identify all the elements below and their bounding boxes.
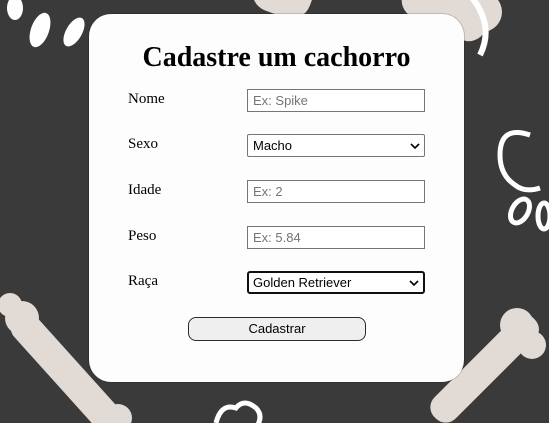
name-label: Nome <box>128 91 165 107</box>
chevron-down-icon <box>410 142 420 149</box>
paw-print-icon <box>497 130 549 232</box>
sex-label: Sexo <box>128 136 158 152</box>
paw-print-icon <box>213 400 263 423</box>
weight-input[interactable]: Ex: 5.84 <box>247 226 425 249</box>
paw-print-icon <box>7 0 85 48</box>
submit-button[interactable]: Cadastrar <box>188 317 366 341</box>
chevron-down-icon <box>409 279 419 286</box>
sex-select[interactable]: Macho <box>247 134 425 157</box>
name-input[interactable]: Ex: Spike <box>247 89 425 112</box>
age-label: Idade <box>128 182 162 198</box>
weight-label: Peso <box>128 228 157 244</box>
age-input[interactable]: Ex: 2 <box>247 180 425 203</box>
breed-select[interactable]: Golden Retriever <box>247 271 425 294</box>
form-title: Cadastre um cachorro <box>142 42 411 73</box>
sex-select-value: Macho <box>253 138 293 153</box>
breed-select-value: Golden Retriever <box>253 275 352 290</box>
breed-label: Raça <box>128 273 158 289</box>
dog-registration-card: Cadastre um cachorro Nome Ex: Spike Sexo… <box>89 14 464 382</box>
